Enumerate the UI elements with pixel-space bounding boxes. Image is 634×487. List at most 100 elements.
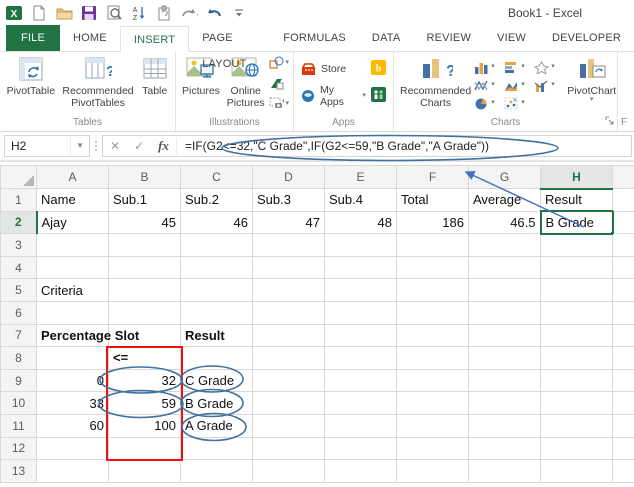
cell-H13[interactable] xyxy=(540,459,613,483)
cell-A9[interactable]: 0 xyxy=(36,368,109,393)
cell-D5[interactable] xyxy=(252,278,325,302)
cell-D10[interactable] xyxy=(252,391,325,415)
column-header-partial[interactable] xyxy=(612,165,634,189)
cell-D4[interactable] xyxy=(252,255,325,280)
cell-E13[interactable] xyxy=(324,459,397,483)
cell-A10[interactable]: 33 xyxy=(36,391,109,415)
cell-B11[interactable]: 100 xyxy=(108,413,181,438)
cell-A1[interactable]: Name xyxy=(36,188,109,212)
cell-partial-12[interactable] xyxy=(612,436,634,461)
cell-partial-8[interactable] xyxy=(612,346,634,370)
column-header-A[interactable]: A xyxy=(36,165,109,189)
cell-C11[interactable]: A Grade xyxy=(180,413,253,438)
row-header-8[interactable]: 8 xyxy=(0,346,37,370)
cell-partial-11[interactable] xyxy=(612,413,634,438)
cell-D8[interactable] xyxy=(252,346,325,370)
cell-E7[interactable] xyxy=(324,323,397,348)
cell-F6[interactable] xyxy=(396,300,469,325)
cell-G3[interactable] xyxy=(468,233,541,257)
select-all-corner[interactable] xyxy=(0,165,37,189)
cell-E8[interactable] xyxy=(324,346,397,370)
save-icon[interactable] xyxy=(80,4,98,22)
cell-C10[interactable]: B Grade xyxy=(180,391,253,415)
cell-H4[interactable] xyxy=(540,255,613,280)
column-header-F[interactable]: F xyxy=(396,165,469,189)
insert-bar-chart-button[interactable]: ▾ xyxy=(504,61,534,74)
cell-F5[interactable] xyxy=(396,278,469,302)
cell-H7[interactable] xyxy=(540,323,613,348)
cell-C5[interactable] xyxy=(180,278,253,302)
cell-G9[interactable] xyxy=(468,368,541,393)
row-header-9[interactable]: 9 xyxy=(0,368,37,393)
bing-maps-icon[interactable]: b xyxy=(371,60,386,78)
cell-D11[interactable] xyxy=(252,413,325,438)
cell-E5[interactable] xyxy=(324,278,397,302)
cell-E12[interactable] xyxy=(324,436,397,461)
cell-partial-1[interactable] xyxy=(612,188,634,212)
cell-D6[interactable] xyxy=(252,300,325,325)
cell-A6[interactable] xyxy=(36,300,109,325)
insert-column-chart-button[interactable]: ▾ xyxy=(474,61,504,74)
screenshot-button[interactable]: + ▾ xyxy=(269,97,289,110)
cell-D7[interactable] xyxy=(252,323,325,348)
insert-area-chart-button[interactable]: ▾ xyxy=(504,79,534,92)
row-header-11[interactable]: 11 xyxy=(0,413,37,438)
cell-C2[interactable]: 46 xyxy=(180,210,253,235)
cell-E3[interactable] xyxy=(324,233,397,257)
cell-G10[interactable] xyxy=(468,391,541,415)
tab-formulas[interactable]: FORMULAS xyxy=(270,25,359,51)
pivottable-button[interactable]: PivotTable xyxy=(3,54,59,116)
cell-E4[interactable] xyxy=(324,255,397,280)
open-folder-icon[interactable] xyxy=(55,4,73,22)
cell-A11[interactable]: 60 xyxy=(36,413,109,438)
cell-G12[interactable] xyxy=(468,436,541,461)
insert-function-icon[interactable]: fx xyxy=(151,138,177,154)
column-header-D[interactable]: D xyxy=(252,165,325,189)
enter-icon[interactable]: ✓ xyxy=(127,139,151,153)
row-header-4[interactable]: 4 xyxy=(0,255,37,280)
insert-scatter-chart-button[interactable]: ▾ xyxy=(504,97,534,110)
cell-F7[interactable] xyxy=(396,323,469,348)
cell-B4[interactable] xyxy=(108,255,181,280)
column-header-C[interactable]: C xyxy=(180,165,253,189)
cell-D2[interactable]: 47 xyxy=(252,210,325,235)
column-header-B[interactable]: B xyxy=(108,165,181,189)
cell-G8[interactable] xyxy=(468,346,541,370)
cell-B12[interactable] xyxy=(108,436,181,461)
cell-G4[interactable] xyxy=(468,255,541,280)
cell-D12[interactable] xyxy=(252,436,325,461)
cell-A12[interactable] xyxy=(36,436,109,461)
cell-F13[interactable] xyxy=(396,459,469,483)
tab-review[interactable]: REVIEW xyxy=(413,25,484,51)
new-file-icon[interactable] xyxy=(30,4,48,22)
sort-ascending-icon[interactable]: AZ xyxy=(130,4,148,22)
cell-E10[interactable] xyxy=(324,391,397,415)
cell-C7[interactable]: Result xyxy=(180,323,253,348)
row-header-13[interactable]: 13 xyxy=(0,459,37,483)
cell-H11[interactable] xyxy=(540,413,613,438)
row-header-3[interactable]: 3 xyxy=(0,233,37,257)
cell-partial-13[interactable] xyxy=(612,459,634,483)
cell-G6[interactable] xyxy=(468,300,541,325)
cell-E2[interactable]: 48 xyxy=(324,210,397,235)
recommended-charts-button[interactable]: ? Recommended Charts xyxy=(397,54,474,116)
cell-D13[interactable] xyxy=(252,459,325,483)
cell-H10[interactable] xyxy=(540,391,613,415)
cell-A13[interactable] xyxy=(36,459,109,483)
cell-partial-5[interactable] xyxy=(612,278,634,302)
cell-partial-10[interactable] xyxy=(612,391,634,415)
cell-C8[interactable] xyxy=(180,346,253,370)
my-apps-button[interactable]: My Apps ▾ xyxy=(301,84,366,108)
insert-stock-surface-radar-chart-button[interactable]: ▾ xyxy=(534,60,564,74)
row-header-7[interactable]: 7 xyxy=(0,323,37,348)
cell-F2[interactable]: 186 xyxy=(396,210,469,235)
cell-A2[interactable]: Ajay xyxy=(36,210,109,235)
cell-A3[interactable] xyxy=(36,233,109,257)
formula-bar-resize-handle[interactable] xyxy=(92,141,100,151)
cell-B3[interactable] xyxy=(108,233,181,257)
cell-partial-9[interactable] xyxy=(612,368,634,393)
cell-D9[interactable] xyxy=(252,368,325,393)
row-header-12[interactable]: 12 xyxy=(0,436,37,461)
column-header-E[interactable]: E xyxy=(324,165,397,189)
cell-F10[interactable] xyxy=(396,391,469,415)
